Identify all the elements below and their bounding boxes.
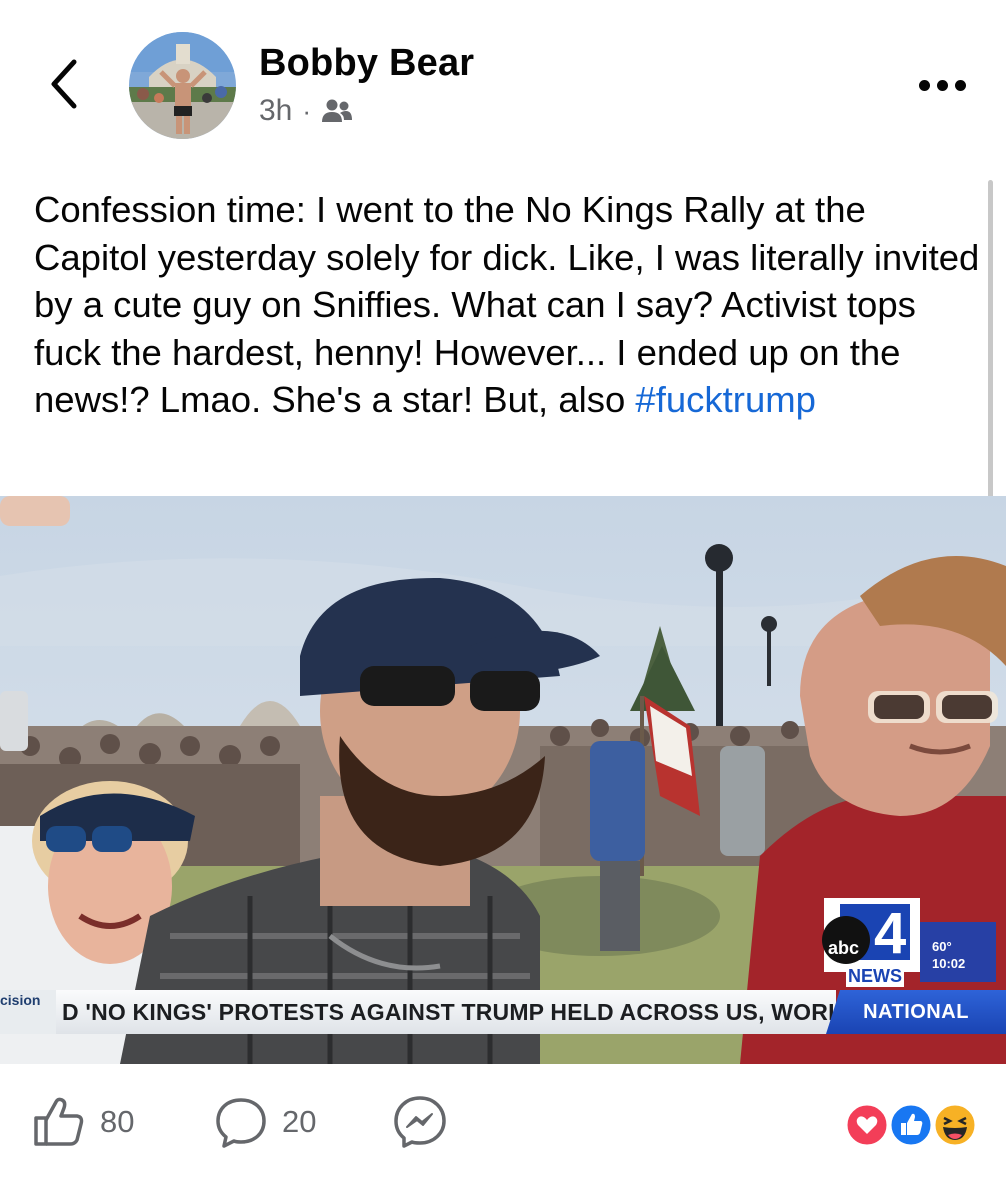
weather-time: 60° 10:02 [932,938,965,972]
love-reaction-icon [844,1102,890,1148]
post-header: Bobby Bear 3h · [0,0,1006,160]
post-meta: 3h · [259,94,353,128]
station-logo: abc 4 NEWS [824,901,1000,990]
station-number: 4 [874,901,907,966]
station-abc: abc [828,938,860,958]
haha-reaction-icon [932,1102,978,1148]
temperature: 60° [932,939,952,954]
comment-bubble-icon [216,1098,266,1148]
like-reaction-icon [888,1102,934,1148]
messenger-icon [394,1096,446,1148]
headline-text: D 'NO KINGS' PROTESTS AGAINST TRUMP HELD… [62,998,860,1025]
clock: 10:02 [932,956,966,971]
hashtag-link[interactable]: #fucktrump [635,379,816,420]
news-ticker: cision D 'NO KINGS' PROTESTS AGAINST TRU… [0,990,1006,1034]
more-dot [936,79,948,91]
like-count: 80 [100,1104,135,1139]
section-label: NATIONAL [863,1000,969,1023]
thumbs-up-icon [34,1097,84,1146]
more-options-button[interactable] [914,70,970,100]
avatar[interactable] [129,32,236,139]
comment-count: 20 [282,1104,317,1139]
ticker-sponsor: cision [0,990,56,1034]
author-name[interactable]: Bobby Bear [259,42,474,85]
post-time[interactable]: 3h [259,94,292,128]
chevron-left-icon [51,59,77,109]
post-body: Confession time: I went to the No Kings … [34,189,980,420]
post-actions: 80 20 [0,1064,1006,1200]
reaction-summary[interactable] [844,1102,980,1148]
more-dot [954,79,966,91]
station-news: NEWS [846,966,904,987]
post-text: Confession time: I went to the No Kings … [34,186,984,424]
friends-icon[interactable] [321,98,353,124]
ticker-headline: D 'NO KINGS' PROTESTS AGAINST TRUMP HELD… [56,990,859,1034]
back-button[interactable] [36,52,92,116]
comment-button[interactable]: 20 [214,1092,316,1152]
avatar-photo [129,32,236,139]
ticker-section: NATIONAL [826,990,1006,1034]
like-button[interactable]: 80 [32,1092,134,1152]
scrollbar[interactable] [988,180,993,540]
messenger-share-button[interactable] [392,1092,448,1152]
meta-separator: · [302,96,312,126]
more-dot [918,79,930,91]
